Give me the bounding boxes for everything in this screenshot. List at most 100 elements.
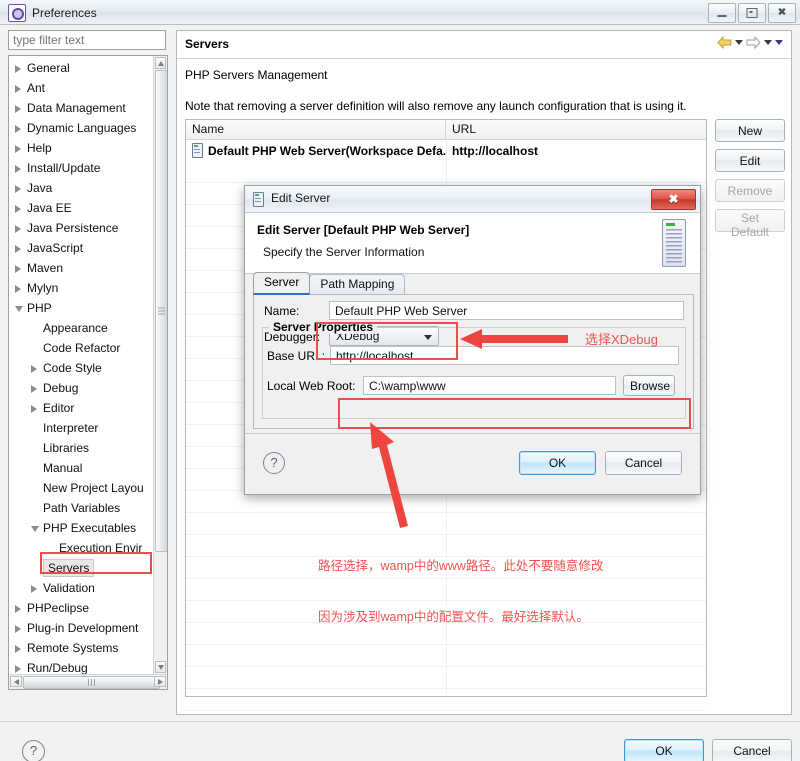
local-web-root-input[interactable] bbox=[363, 376, 616, 395]
sidebar-item-php[interactable]: PHP bbox=[9, 298, 155, 318]
chevron-right-icon[interactable] bbox=[15, 285, 21, 293]
name-input[interactable] bbox=[329, 301, 684, 320]
maximize-button[interactable] bbox=[738, 3, 766, 23]
sidebar-item-label: PHP Executables bbox=[43, 518, 136, 538]
minimize-button[interactable] bbox=[708, 3, 736, 23]
scroll-up-icon[interactable] bbox=[155, 57, 166, 69]
sidebar-item-libraries[interactable]: Libraries bbox=[9, 438, 155, 458]
back-arrow-icon[interactable] bbox=[717, 36, 732, 49]
chevron-right-icon[interactable] bbox=[15, 145, 21, 153]
chevron-right-icon[interactable] bbox=[15, 665, 21, 673]
chevron-right-icon[interactable] bbox=[15, 125, 21, 133]
sidebar-item-java[interactable]: Java bbox=[9, 178, 155, 198]
browse-button[interactable]: Browse bbox=[623, 375, 675, 396]
forward-dropdown-icon[interactable] bbox=[764, 40, 772, 45]
sidebar-item-debug[interactable]: Debug bbox=[9, 378, 155, 398]
forward-arrow-icon[interactable] bbox=[746, 36, 761, 49]
chevron-down-icon[interactable] bbox=[15, 306, 23, 312]
chevron-right-icon[interactable] bbox=[15, 185, 21, 193]
chevron-right-icon[interactable] bbox=[15, 625, 21, 633]
sidebar-item-appearance[interactable]: Appearance bbox=[9, 318, 155, 338]
window-title: Preferences bbox=[32, 6, 97, 20]
chevron-right-icon[interactable] bbox=[15, 165, 21, 173]
chevron-right-icon[interactable] bbox=[31, 585, 37, 593]
chevron-right-icon[interactable] bbox=[15, 245, 21, 253]
sidebar-item-data-management[interactable]: Data Management bbox=[9, 98, 155, 118]
vscroll-thumb[interactable] bbox=[155, 70, 168, 552]
window-titlebar: Preferences ✖ bbox=[0, 0, 800, 25]
sidebar-item-servers[interactable]: Servers bbox=[9, 558, 155, 578]
debugger-annotation-arrow bbox=[460, 326, 570, 352]
sidebar-item-path-variables[interactable]: Path Variables bbox=[9, 498, 155, 518]
sidebar-item-execution-envir[interactable]: Execution Envir bbox=[9, 538, 155, 558]
chevron-right-icon[interactable] bbox=[15, 265, 21, 273]
chevron-right-icon[interactable] bbox=[15, 645, 21, 653]
column-header-url[interactable]: URL bbox=[446, 120, 706, 139]
table-header-row: Name URL bbox=[186, 120, 706, 140]
preferences-footer: ? OK Cancel bbox=[0, 721, 800, 761]
hscroll-thumb[interactable] bbox=[23, 676, 160, 689]
sidebar-item-label: Libraries bbox=[43, 438, 89, 458]
sidebar-item-remote-systems[interactable]: Remote Systems bbox=[9, 638, 155, 658]
sidebar-item-java-persistence[interactable]: Java Persistence bbox=[9, 218, 155, 238]
sidebar-item-plug-in-development[interactable]: Plug-in Development bbox=[9, 618, 155, 638]
new-button[interactable]: New bbox=[715, 119, 785, 142]
column-header-name[interactable]: Name bbox=[186, 120, 446, 139]
ok-button[interactable]: OK bbox=[624, 739, 704, 761]
sidebar-item-validation[interactable]: Validation bbox=[9, 578, 155, 598]
cancel-button[interactable]: Cancel bbox=[712, 739, 792, 761]
close-window-button[interactable]: ✖ bbox=[768, 3, 796, 23]
sidebar-item-label: Path Variables bbox=[43, 498, 120, 518]
preferences-icon bbox=[8, 4, 26, 22]
sidebar-item-phpeclipse[interactable]: PHPeclipse bbox=[9, 598, 155, 618]
chevron-right-icon[interactable] bbox=[15, 205, 21, 213]
sidebar-item-new-project-layou[interactable]: New Project Layou bbox=[9, 478, 155, 498]
dialog-tabs: Server Path Mapping bbox=[253, 274, 404, 295]
sidebar-item-dynamic-languages[interactable]: Dynamic Languages bbox=[9, 118, 155, 138]
sidebar-item-editor[interactable]: Editor bbox=[9, 398, 155, 418]
tab-path-mapping[interactable]: Path Mapping bbox=[309, 274, 405, 295]
sidebar-item-code-refactor[interactable]: Code Refactor bbox=[9, 338, 155, 358]
view-menu-icon[interactable] bbox=[775, 40, 783, 45]
sidebar-item-help[interactable]: Help bbox=[9, 138, 155, 158]
sidebar-item-manual[interactable]: Manual bbox=[9, 458, 155, 478]
sidebar-item-general[interactable]: General bbox=[9, 58, 155, 78]
edit-button[interactable]: Edit bbox=[715, 149, 785, 172]
chevron-right-icon[interactable] bbox=[31, 405, 37, 413]
chevron-right-icon[interactable] bbox=[15, 605, 21, 613]
chevron-right-icon[interactable] bbox=[15, 85, 21, 93]
sidebar-item-ant[interactable]: Ant bbox=[9, 78, 155, 98]
chevron-right-icon[interactable] bbox=[15, 225, 21, 233]
sidebar-item-java-ee[interactable]: Java EE bbox=[9, 198, 155, 218]
dialog-cancel-button[interactable]: Cancel bbox=[605, 451, 682, 475]
sidebar-item-interpreter[interactable]: Interpreter bbox=[9, 418, 155, 438]
filter-input[interactable] bbox=[8, 30, 166, 50]
sidebar-item-label: New Project Layou bbox=[43, 478, 144, 498]
sidebar-item-install-update[interactable]: Install/Update bbox=[9, 158, 155, 178]
dialog-ok-button[interactable]: OK bbox=[519, 451, 596, 475]
sidebar-item-code-style[interactable]: Code Style bbox=[9, 358, 155, 378]
scroll-left-icon[interactable] bbox=[10, 676, 22, 687]
sidebar-item-label: Plug-in Development bbox=[27, 618, 138, 638]
back-dropdown-icon[interactable] bbox=[735, 40, 743, 45]
scroll-right-icon[interactable] bbox=[154, 676, 166, 687]
sidebar-item-maven[interactable]: Maven bbox=[9, 258, 155, 278]
chevron-right-icon[interactable] bbox=[31, 385, 37, 393]
sidebar-item-label: Code Style bbox=[43, 358, 102, 378]
sidebar-item-php-executables[interactable]: PHP Executables bbox=[9, 518, 155, 538]
chevron-right-icon[interactable] bbox=[15, 105, 21, 113]
scroll-down-icon[interactable] bbox=[155, 661, 166, 673]
tab-server[interactable]: Server bbox=[253, 272, 310, 295]
tree-horizontal-scrollbar[interactable] bbox=[9, 674, 167, 689]
sidebar-item-javascript[interactable]: JavaScript bbox=[9, 238, 155, 258]
chevron-down-icon[interactable] bbox=[31, 526, 39, 532]
chevron-right-icon[interactable] bbox=[15, 65, 21, 73]
dialog-close-button[interactable]: ✖ bbox=[651, 189, 696, 210]
tree-vertical-scrollbar[interactable] bbox=[153, 56, 167, 674]
sidebar-item-label: Ant bbox=[27, 78, 45, 98]
chevron-right-icon[interactable] bbox=[31, 365, 37, 373]
dialog-help-icon[interactable]: ? bbox=[263, 452, 285, 474]
help-icon[interactable]: ? bbox=[22, 740, 45, 761]
sidebar-item-mylyn[interactable]: Mylyn bbox=[9, 278, 155, 298]
local-web-root-label: Local Web Root: bbox=[267, 379, 356, 393]
